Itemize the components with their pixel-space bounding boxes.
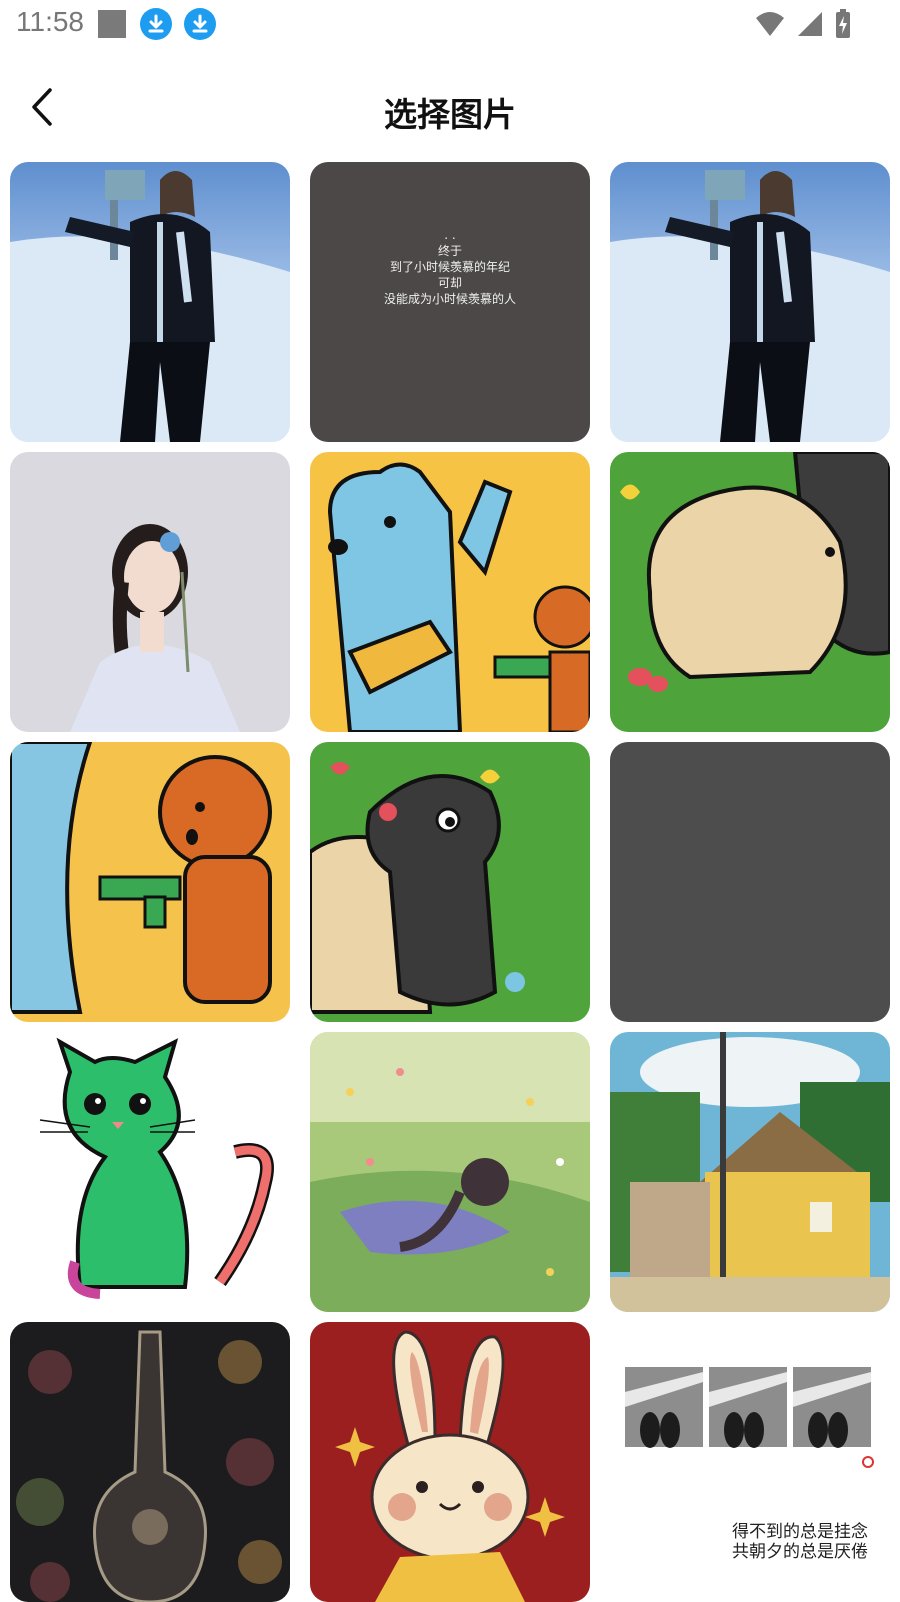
image-tile-quote-card[interactable]: . . 终于 到了小时候羡慕的年纪 可却 没能成为小时候羡慕的人 — [310, 162, 590, 442]
system-icons — [754, 8, 852, 40]
image-grid: . . 终于 到了小时候羡慕的年纪 可却 没能成为小时候羡慕的人 得不到的总是挂… — [10, 162, 890, 1602]
image-tile-skier-woman-photo[interactable] — [10, 162, 290, 442]
image-tile-green-cat-drawing[interactable] — [10, 1032, 290, 1312]
battery-charging-icon — [836, 9, 850, 38]
header: 选择图片 — [0, 66, 900, 156]
image-tile-couple-photo-collage[interactable]: 得不到的总是挂念 共朝夕的总是厌倦 — [610, 1322, 890, 1602]
image-tile-rabbit-cartoon[interactable] — [310, 1322, 590, 1602]
image-tile-dog-hug-cartoon[interactable] — [610, 452, 890, 732]
image-tile-black-dog-cartoon[interactable] — [310, 742, 590, 1022]
image-tile-woman-portrait-photo[interactable] — [10, 452, 290, 732]
quote-text: . . 终于 到了小时候羡慕的年纪 可却 没能成为小时候羡慕的人 — [383, 228, 516, 306]
wifi-icon — [756, 12, 784, 36]
image-tile-guitar-flowers-art[interactable] — [10, 1322, 290, 1602]
signal-icon — [798, 12, 822, 36]
image-tile-blue-bear-cartoon[interactable] — [310, 452, 590, 732]
square-notification-icon — [98, 10, 126, 38]
page-title: 选择图片 — [384, 95, 516, 134]
image-tile-yellow-house-painting[interactable] — [610, 1032, 890, 1312]
image-tile-blank-gray-image[interactable] — [610, 742, 890, 1022]
image-tile-skier-woman-photo[interactable] — [610, 162, 890, 442]
status-bar: 11:58 — [0, 0, 900, 48]
image-tile-poodle-gun-cartoon[interactable] — [10, 742, 290, 1022]
download-icon — [140, 8, 172, 40]
status-time: 11:58 — [16, 6, 84, 37]
image-tile-girl-in-meadow-painting[interactable] — [310, 1032, 590, 1312]
download-icon — [184, 8, 216, 40]
collage-caption: 得不到的总是挂念 共朝夕的总是厌倦 — [732, 1522, 868, 1562]
